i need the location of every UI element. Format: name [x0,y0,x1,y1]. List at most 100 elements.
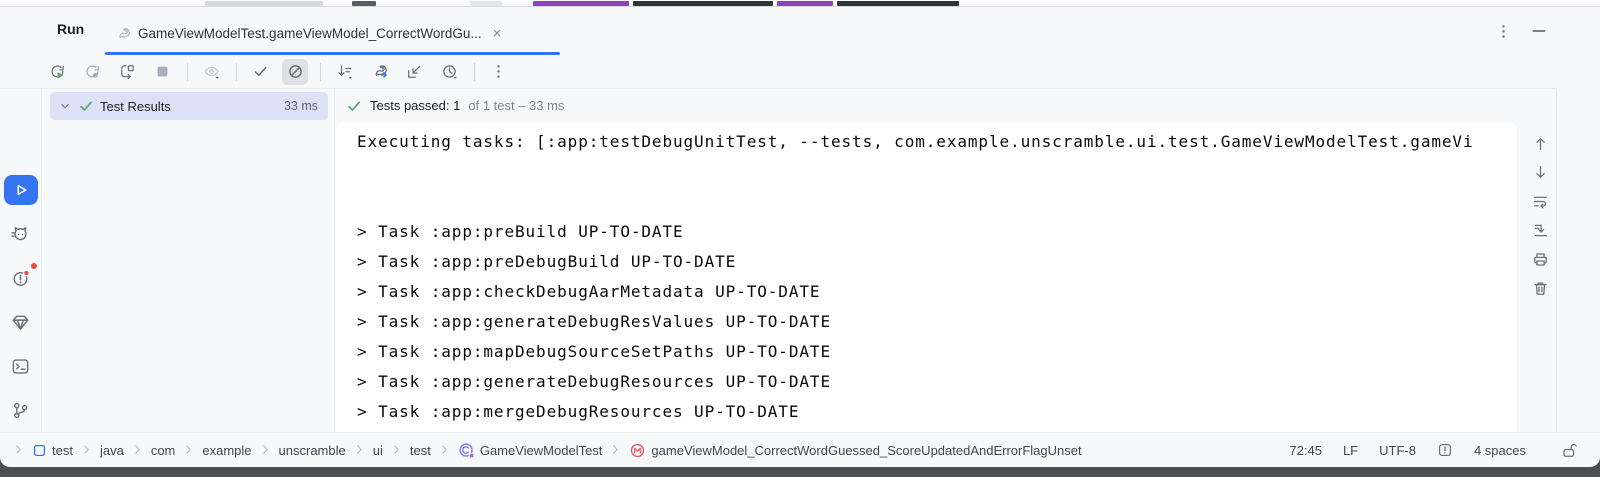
print-icon[interactable] [1531,251,1549,268]
scroll-to-end-icon[interactable] [1531,222,1549,239]
editor-sliver [0,0,1600,7]
breadcrumb-item[interactable]: com [151,443,176,458]
console-line: > Task :app:mergeDebugResources UP-TO-DA… [357,397,1517,427]
breadcrumb-separator-icon [609,443,622,456]
rerun-failed-tests-icon [79,59,105,85]
sort-by-duration-icon[interactable] [331,59,357,85]
breadcrumb-item[interactable]: test [410,443,431,458]
run-tool-icon[interactable] [4,175,38,205]
class-icon [458,442,475,459]
rerun-tests-icon[interactable] [44,59,70,85]
watch-options-icon [198,59,224,85]
close-icon[interactable]: × [489,24,506,43]
console-line: > Task :app:preBuild UP-TO-DATE [357,217,1517,247]
console-gutter [1524,89,1556,432]
toggle-auto-test-icon[interactable] [114,59,140,85]
panel-right-border [1556,89,1557,432]
show-passed-icon[interactable] [247,59,273,85]
test-results-duration: 33 ms [284,99,318,113]
breadcrumb-label: GameViewModelTest [480,443,603,458]
chevron-down-icon[interactable] [58,99,72,113]
sliver-fragment [837,1,959,6]
up-arrow-icon[interactable] [1531,135,1549,152]
console-line: Executing tasks: [:app:testDebugUnitTest… [357,127,1517,157]
run-tab[interactable]: GameViewModelTest.gameViewModel_CorrectW… [105,15,513,52]
run-tab-title: GameViewModelTest.gameViewModel_CorrectW… [138,26,482,41]
tests-passed-text: Tests passed: 1 [370,98,460,113]
test-console-output[interactable]: Executing tasks: [:app:testDebugUnitTest… [336,122,1517,432]
sliver-fragment [352,1,376,6]
inspections-icon[interactable] [1437,442,1453,458]
breadcrumb-label: com [151,443,176,458]
breadcrumb-separator-icon [12,443,25,456]
sliver-fragment [533,1,629,6]
console-line: > Task :app:checkDebugAarMetadata UP-TO-… [357,277,1517,307]
breadcrumb-label: unscramble [279,443,346,458]
method-icon [629,442,646,459]
encoding-widget[interactable]: UTF-8 [1379,443,1416,458]
toolbar-divider [236,63,237,81]
app-quality-insights-icon[interactable] [4,307,38,337]
gradle-run-icon[interactable] [366,59,392,85]
sliver-fragment [470,1,502,6]
status-widgets: 72:45 LF UTF-8 4 spaces [1289,442,1578,459]
more-options-icon[interactable] [485,59,511,85]
breadcrumb-separator-icon [80,443,93,456]
terminal-icon[interactable] [4,351,38,381]
down-arrow-icon[interactable] [1531,164,1549,181]
test-results-row[interactable]: Test Results 33 ms [50,92,328,120]
breadcrumb-separator-icon [259,443,272,456]
console-line: > Task :app:mapDebugSourceSetPaths UP-TO… [357,337,1517,367]
run-content: Test Results 33 ms Tests passed: 1 of 1 … [0,89,1600,432]
line-ending-widget[interactable]: LF [1343,443,1358,458]
passed-check-icon [346,98,362,114]
toolbar-divider [187,63,188,81]
toolbar-divider [320,63,321,81]
breadcrumb-item[interactable]: unscramble [279,443,346,458]
test-tree-panel: Test Results 33 ms [42,89,335,432]
breadcrumb-item[interactable]: gameViewModel_CorrectWordGuessed_ScoreUp… [629,442,1081,459]
breadcrumb-item[interactable]: example [202,443,251,458]
problems-icon[interactable] [4,263,38,293]
clear-all-icon[interactable] [1531,280,1549,297]
breadcrumb-separator-icon [390,443,403,456]
run-tool-window: Run GameViewModelTest.gameViewModel_Corr… [0,7,1600,467]
breadcrumb-label: java [100,443,124,458]
sliver-fragment [205,1,323,6]
minimize-icon[interactable] [1530,19,1548,43]
test-results-label: Test Results [100,99,284,114]
breadcrumb-label: test [410,443,431,458]
sliver-fragment [633,1,773,6]
run-tab-bar: Run GameViewModelTest.gameViewModel_Corr… [0,7,1600,55]
import-test-results-icon[interactable] [401,59,427,85]
problems-badge [30,262,38,270]
run-toolbar [0,55,1556,89]
test-root-icon [32,443,47,458]
tests-passed-detail: of 1 test – 33 ms [468,98,564,113]
logcat-icon[interactable] [4,219,38,249]
breadcrumb-item[interactable]: java [100,443,124,458]
breadcrumb-item[interactable]: ui [373,443,383,458]
unlocked-icon[interactable] [1561,442,1578,459]
activity-bar [0,89,42,432]
tests-passed-header: Tests passed: 1 of 1 test – 33 ms [335,89,564,122]
breadcrumb-label: example [202,443,251,458]
test-history-icon[interactable] [436,59,462,85]
kebab-menu-icon[interactable] [1495,19,1512,43]
status-bar: test java com example unscramble ui test GameVi… [0,432,1600,467]
soft-wrap-icon[interactable] [1531,193,1549,210]
version-control-icon[interactable] [4,395,38,425]
passed-check-icon [78,98,94,114]
show-ignored-icon[interactable] [282,59,308,85]
indent-widget[interactable]: 4 spaces [1474,443,1526,458]
toolbar-divider [474,63,475,81]
breadcrumb-item[interactable]: test [32,443,73,458]
console-line: > Task :app:generateDebugResources UP-TO… [357,367,1517,397]
breadcrumb: test java com example unscramble ui test GameVi… [12,442,1277,459]
breadcrumb-item[interactable]: GameViewModelTest [458,442,603,459]
test-output-panel: Tests passed: 1 of 1 test – 33 ms Execut… [335,89,1600,432]
breadcrumb-separator-icon [353,443,366,456]
breadcrumb-label: test [52,443,73,458]
breadcrumb-separator-icon [182,443,195,456]
caret-position-widget[interactable]: 72:45 [1289,443,1322,458]
